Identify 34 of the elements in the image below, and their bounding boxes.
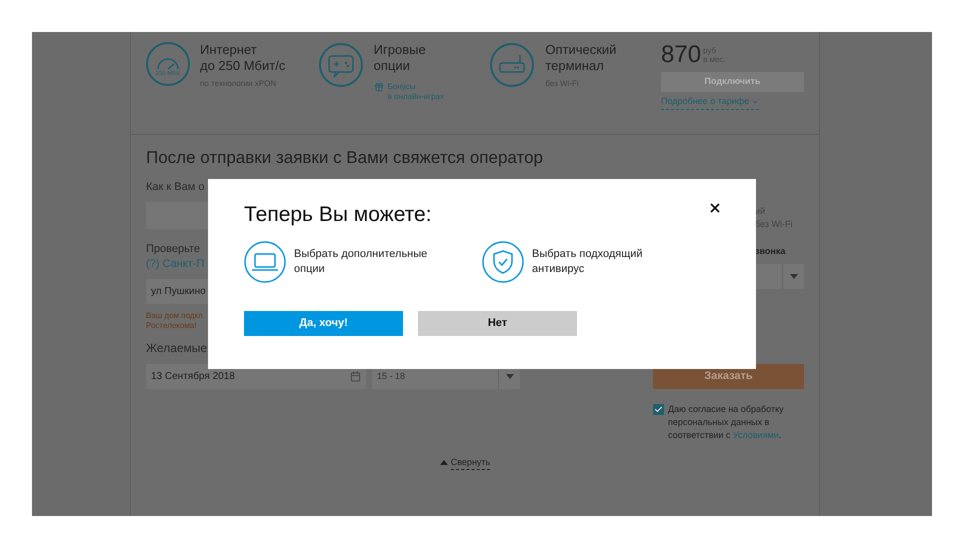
collapse-link[interactable]: Свернуть <box>440 456 490 470</box>
form-heading: После отправки заявки с Вами свяжется оператор <box>146 147 543 169</box>
consent-checkbox[interactable] <box>653 404 664 414</box>
option-text: Выбрать подходящий антивирус <box>532 247 644 277</box>
close-icon[interactable] <box>708 201 722 215</box>
name-input[interactable] <box>146 202 208 229</box>
call-time-label: звонка <box>755 245 786 258</box>
caret-icon <box>506 374 514 379</box>
coverage-notice: Ваш дом подкл Ростелекома! <box>146 311 203 331</box>
feature-title: Оптический терминал <box>545 42 616 74</box>
laptop-icon <box>244 241 286 283</box>
gauge-dial-icon <box>156 58 180 70</box>
caret-up-icon <box>440 460 448 466</box>
calendar-icon <box>350 371 361 382</box>
caret-icon <box>790 274 798 278</box>
bonus-link[interactable]: Бонусы в онлайн-играх <box>388 82 444 102</box>
feature-title: Игровые опции <box>374 42 427 74</box>
dialog-title: Теперь Вы можете: <box>244 202 433 228</box>
name-label: Как к Вам о <box>146 180 204 195</box>
consent-text: Даю согласие на обработку персональных данных в соответствии с Условиями. <box>668 402 785 442</box>
date-label: Желаемые <box>146 340 208 356</box>
gamepad-icon <box>318 42 364 88</box>
gift-icon <box>374 82 384 92</box>
accept-button[interactable]: Да, хочу! <box>244 311 403 336</box>
decline-button[interactable]: Нет <box>418 311 577 336</box>
shield-check-icon <box>482 241 524 283</box>
call-time-select[interactable] <box>755 264 804 288</box>
address-label: Проверьте <box>146 242 200 257</box>
option-text: Выбрать дополнительные опции <box>294 247 428 277</box>
router-icon <box>489 42 536 88</box>
price: 870 <box>661 42 702 68</box>
feature-title: Интернет до 250 Мбит/с <box>200 42 286 74</box>
connect-button[interactable]: Подключить <box>661 72 804 92</box>
address-input[interactable]: ул Пушкино <box>146 279 208 304</box>
